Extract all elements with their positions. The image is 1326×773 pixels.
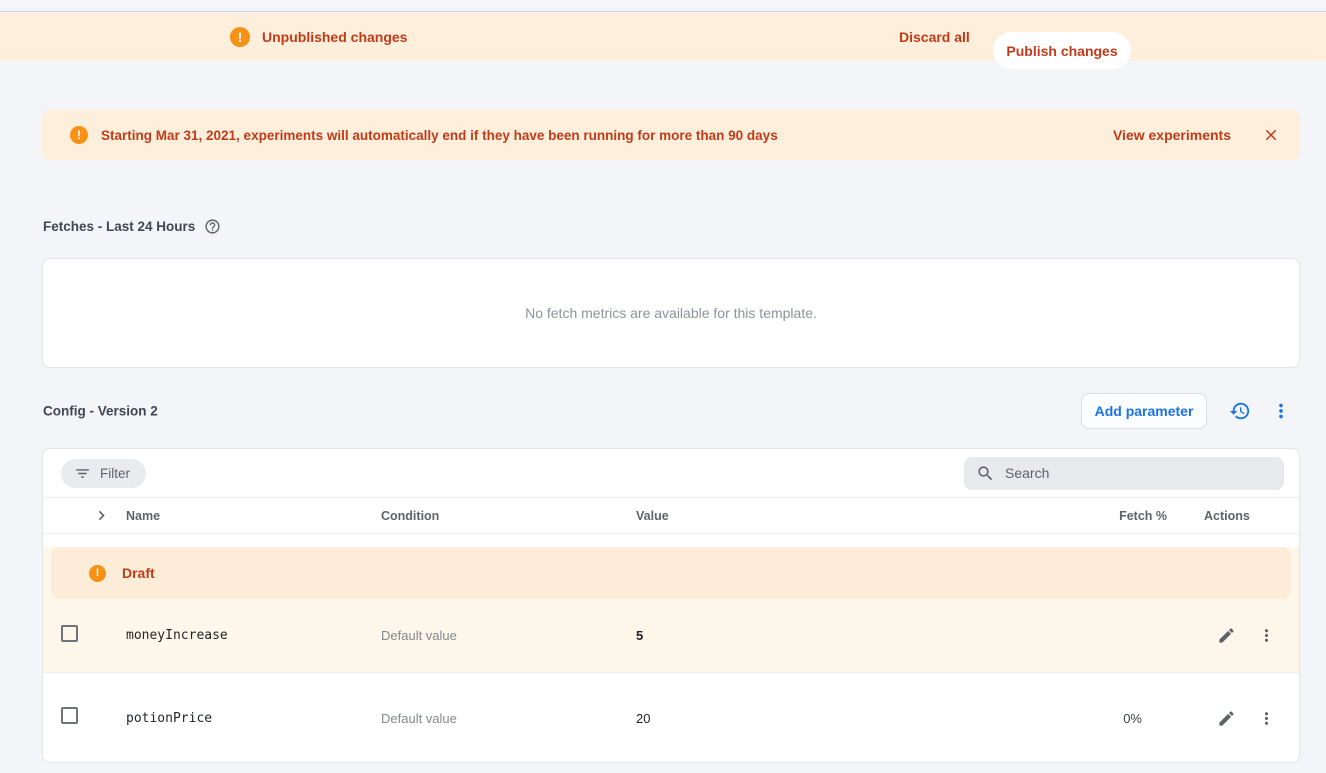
filter-button[interactable]: Filter [61,459,146,488]
publish-changes-button[interactable]: Publish changes [993,32,1131,69]
draft-banner: ! Draft [51,547,1291,599]
config-title: Config - Version 2 [43,404,158,419]
parameter-condition: Default value [381,711,636,726]
table-header: Name Condition Value Fetch % Actions [43,498,1299,534]
table-row: moneyIncrease Default value 5 [43,599,1299,672]
search-input[interactable] [1005,465,1272,481]
more-options-icon[interactable] [1257,626,1276,645]
row-actions [1167,709,1299,728]
fetches-title: Fetches - Last 24 Hours [43,219,195,234]
warning-icon: ! [89,565,106,582]
draft-label: Draft [122,565,155,581]
top-strip [0,0,1326,12]
experiments-notice-banner: ! Starting Mar 31, 2021, experiments wil… [42,110,1300,160]
config-section-header: Config - Version 2 Add parameter [42,392,1300,430]
edit-icon[interactable] [1217,709,1236,728]
column-header-name: Name [126,509,381,523]
filter-icon [74,465,91,482]
view-experiments-link[interactable]: View experiments [1113,127,1231,143]
fetch-metrics-card: No fetch metrics are available for this … [42,258,1300,368]
more-options-icon[interactable] [1270,400,1292,422]
table-row: potionPrice Default value 20 0% [43,673,1299,763]
parameter-name: moneyIncrease [126,628,381,643]
parameter-condition: Default value [381,628,636,643]
row-checkbox[interactable] [61,625,78,642]
warning-icon: ! [70,126,88,144]
remote-config-screen: ! Unpublished changes Discard all Publis… [0,0,1326,773]
history-icon[interactable] [1229,400,1251,422]
parameter-value: 20 [636,711,1079,726]
row-actions [1167,626,1299,645]
search-icon [976,464,995,483]
chevron-right-icon[interactable] [92,506,111,525]
add-parameter-button[interactable]: Add parameter [1081,393,1207,429]
fetches-section-header: Fetches - Last 24 Hours [43,218,221,235]
table-toolbar: Filter [43,449,1299,498]
parameter-fetch-percent: 0% [1123,711,1167,726]
parameters-card: Filter Name Condition Value Fetch % Acti… [42,448,1300,763]
parameter-name: potionPrice [126,711,381,726]
column-header-actions: Actions [1167,509,1299,523]
column-header-value: Value [636,509,1079,523]
notice-message: Starting Mar 31, 2021, experiments will … [101,128,778,143]
warning-icon: ! [230,27,250,47]
empty-state-message: No fetch metrics are available for this … [525,305,817,321]
row-checkbox[interactable] [61,707,78,724]
edit-icon[interactable] [1217,626,1236,645]
draft-group: ! Draft moneyIncrease Default value 5 [43,547,1299,673]
more-options-icon[interactable] [1257,709,1276,728]
close-icon[interactable] [1262,126,1280,144]
search-box[interactable] [964,457,1284,490]
unpublished-changes-label: Unpublished changes [262,13,407,61]
discard-all-button[interactable]: Discard all [899,13,970,61]
column-header-condition: Condition [381,509,636,523]
help-icon[interactable] [204,218,221,235]
column-header-fetch-percent: Fetch % [1119,509,1167,523]
unpublished-changes-bar: ! Unpublished changes Discard all Publis… [0,13,1326,61]
parameter-value: 5 [636,628,1079,643]
filter-label: Filter [100,466,130,481]
